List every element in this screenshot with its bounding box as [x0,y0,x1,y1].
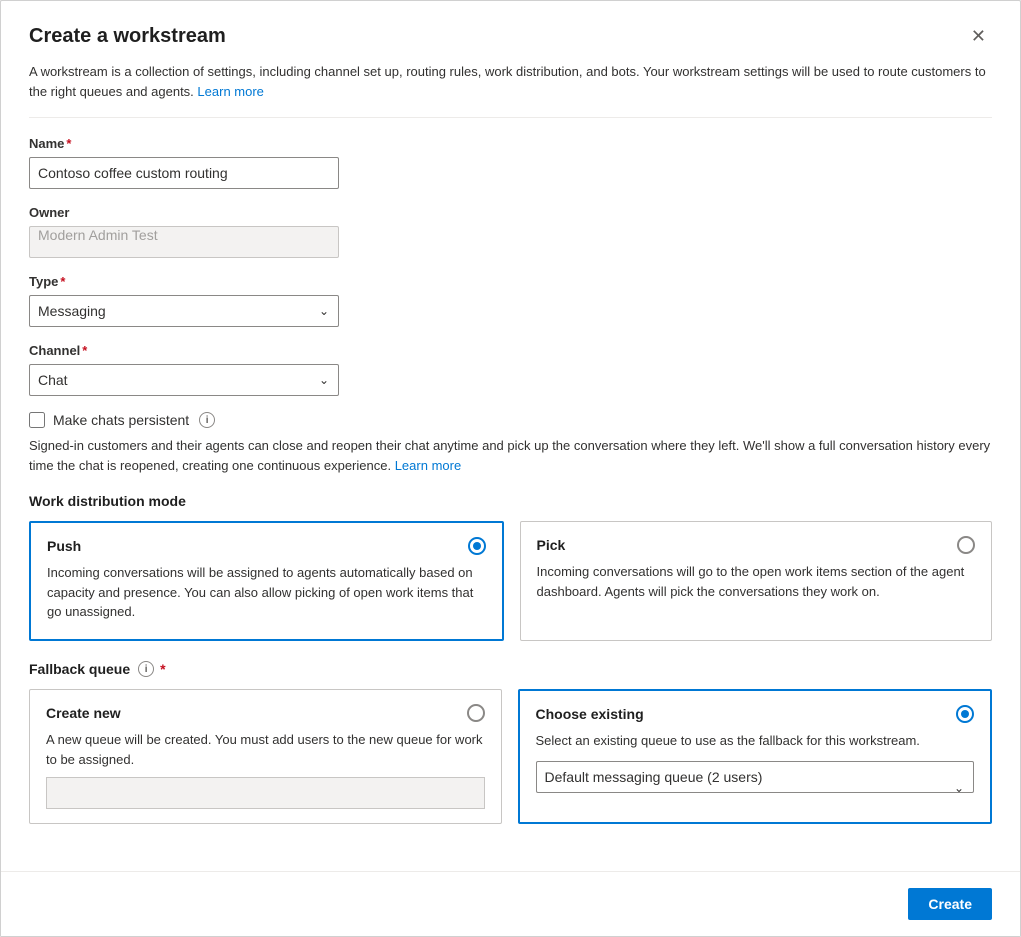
persistent-checkbox-row: Make chats persistent i [29,412,992,428]
persistent-info-icon[interactable]: i [199,412,215,428]
push-radio[interactable] [468,537,486,555]
pick-card-header: Pick [537,536,976,554]
dialog-header: Create a workstream ✕ [29,25,992,48]
dialog-footer: Create [1,871,1020,936]
fallback-queue-required: * [160,661,165,677]
type-select[interactable]: Messaging Voice [29,295,339,327]
create-workstream-dialog: Create a workstream ✕ A workstream is a … [0,0,1021,937]
description-learn-more-link[interactable]: Learn more [197,84,263,99]
fallback-queue-cards: Create new A new queue will be created. … [29,689,992,824]
pick-card-desc: Incoming conversations will go to the op… [537,562,976,601]
name-label: Name* [29,136,992,151]
owner-label: Owner [29,205,992,220]
name-section: Name* [29,136,992,189]
choose-existing-title: Choose existing [536,706,644,722]
create-button[interactable]: Create [908,888,992,920]
pick-radio[interactable] [957,536,975,554]
persistent-checkbox[interactable] [29,412,45,428]
owner-value: Modern Admin Test [29,226,339,258]
type-label: Type* [29,274,992,289]
persistent-learn-more-link[interactable]: Learn more [395,458,461,473]
work-distribution-section: Work distribution mode Push Incoming con… [29,493,992,641]
work-distribution-cards: Push Incoming conversations will be assi… [29,521,992,641]
channel-label: Channel* [29,343,992,358]
fallback-queue-section: Fallback queue i * Create new A new queu… [29,661,992,824]
create-new-card[interactable]: Create new A new queue will be created. … [29,689,502,824]
create-new-header: Create new [46,704,485,722]
type-section: Type* Messaging Voice ⌄ [29,274,992,327]
owner-section: Owner Modern Admin Test [29,205,992,258]
choose-existing-radio-inner [961,710,969,718]
create-new-title: Create new [46,705,121,721]
push-card-header: Push [47,537,486,555]
channel-select-wrapper: Chat Live Chat SMS WhatsApp ⌄ [29,364,339,396]
push-radio-inner [473,542,481,550]
channel-section: Channel* Chat Live Chat SMS WhatsApp ⌄ [29,343,992,396]
work-distribution-title: Work distribution mode [29,493,992,509]
choose-existing-radio[interactable] [956,705,974,723]
existing-queue-wrapper: Default messaging queue (2 users) ⌄ [536,751,975,793]
push-card[interactable]: Push Incoming conversations will be assi… [29,521,504,641]
dialog-description: A workstream is a collection of settings… [29,62,992,118]
pick-card[interactable]: Pick Incoming conversations will go to t… [520,521,993,641]
persistent-description: Signed-in customers and their agents can… [29,436,992,475]
channel-select[interactable]: Chat Live Chat SMS WhatsApp [29,364,339,396]
choose-existing-header: Choose existing [536,705,975,723]
fallback-queue-label-row: Fallback queue i * [29,661,992,677]
dialog-title: Create a workstream [29,25,226,48]
fallback-queue-info-icon[interactable]: i [138,661,154,677]
choose-existing-desc: Select an existing queue to use as the f… [536,731,975,751]
fallback-queue-title: Fallback queue [29,661,130,677]
pick-card-title: Pick [537,537,566,553]
type-select-wrapper: Messaging Voice ⌄ [29,295,339,327]
create-new-desc: A new queue will be created. You must ad… [46,730,485,769]
persistent-label[interactable]: Make chats persistent [53,412,189,428]
choose-existing-card[interactable]: Choose existing Select an existing queue… [518,689,993,824]
existing-queue-select[interactable]: Default messaging queue (2 users) [536,761,975,793]
create-new-radio[interactable] [467,704,485,722]
close-button[interactable]: ✕ [965,25,992,47]
push-card-title: Push [47,538,81,554]
name-input[interactable] [29,157,339,189]
create-new-input-area [46,777,485,809]
push-card-desc: Incoming conversations will be assigned … [47,563,486,622]
